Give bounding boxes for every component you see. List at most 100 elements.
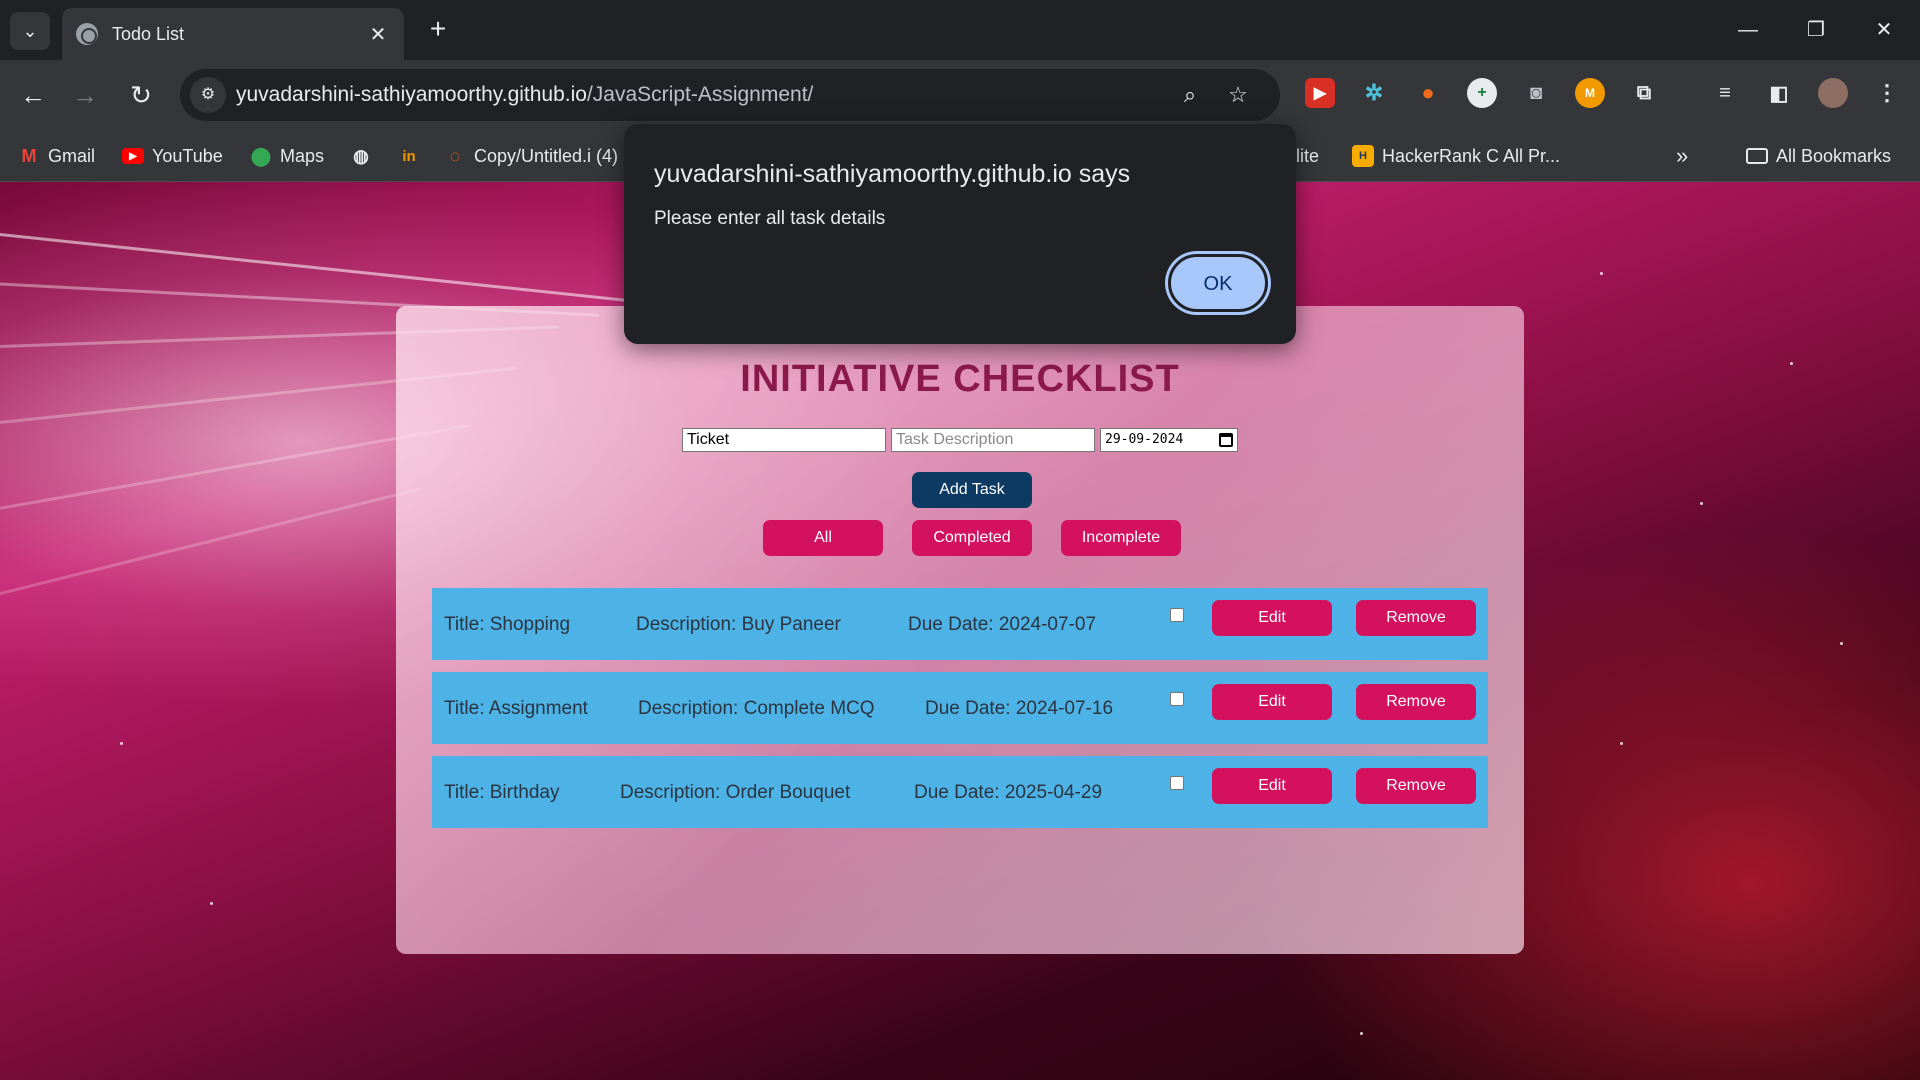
side-panel-icon[interactable]: ◧	[1764, 78, 1794, 108]
filter-completed-button[interactable]: Completed	[912, 520, 1032, 556]
all-bookmarks-button[interactable]: All Bookmarks	[1746, 142, 1891, 170]
minimize-button[interactable]: —	[1728, 12, 1768, 48]
task-description-input[interactable]: Task Description	[891, 428, 1095, 452]
more-bookmarks-chevron-icon[interactable]: »	[1676, 142, 1688, 170]
extension-flame-icon[interactable]: ●	[1413, 78, 1443, 108]
tab-strip: ⌄ Todo List ✕ + — ❐ ✕	[0, 0, 1920, 60]
close-icon[interactable]: ✕	[366, 22, 390, 47]
task-complete-checkbox[interactable]	[1170, 608, 1184, 622]
hackerrank-icon: H	[1352, 145, 1374, 167]
calendar-icon[interactable]	[1219, 433, 1233, 447]
active-tab[interactable]: Todo List ✕	[62, 8, 404, 60]
background-star	[1790, 362, 1793, 365]
bookmark-label: YouTube	[152, 145, 223, 166]
chevron-down-icon: ⌄	[22, 20, 38, 41]
bookmark-globe[interactable]: ◍	[350, 142, 380, 170]
filter-all-button[interactable]: All	[763, 520, 883, 556]
edit-task-button[interactable]: Edit	[1212, 684, 1332, 720]
todo-card: INITIATIVE CHECKLIST Ticket Task Descrip…	[396, 306, 1524, 954]
task-row: Title: Shopping Description: Buy Paneer …	[432, 588, 1488, 660]
bookmark-copy-untitled[interactable]: ◌ Copy/Untitled.i (4)	[444, 142, 618, 170]
extensions-puzzle-icon[interactable]: ⧉	[1629, 78, 1659, 108]
background-star	[1840, 642, 1843, 645]
window-close-button[interactable]: ✕	[1864, 12, 1904, 48]
task-description: Description: Buy Paneer	[636, 614, 841, 635]
due-date-value: 29-09-2024	[1105, 432, 1184, 447]
dialog-message: Please enter all task details	[654, 208, 886, 229]
url-text[interactable]: yuvadarshini-sathiyamoorthy.github.io/Ja…	[236, 83, 813, 107]
bookmark-star-icon[interactable]: ☆	[1222, 79, 1254, 111]
reading-list-icon[interactable]: ≡	[1710, 78, 1740, 108]
task-description: Description: Order Bouquet	[620, 782, 851, 803]
extension-atom-icon[interactable]: ✲	[1359, 78, 1389, 108]
forward-button[interactable]: →	[66, 76, 104, 114]
menu-kebab-icon[interactable]: ⋮	[1872, 78, 1902, 108]
new-tab-button[interactable]: +	[422, 14, 454, 46]
bookmark-invision[interactable]: in	[398, 142, 428, 170]
extension-red-icon[interactable]: ▶	[1305, 78, 1335, 108]
camera-icon[interactable]: ◙	[1521, 78, 1551, 108]
task-due-date: Due Date: 2024-07-16	[925, 698, 1114, 719]
dialog-ok-button[interactable]: OK	[1168, 254, 1268, 312]
edit-task-button[interactable]: Edit	[1212, 768, 1332, 804]
task-title: Title: Birthday	[444, 782, 560, 803]
add-task-button[interactable]: Add Task	[912, 472, 1032, 508]
background-star	[1600, 272, 1603, 275]
remove-task-button[interactable]: Remove	[1356, 600, 1476, 636]
filter-incomplete-button[interactable]: Incomplete	[1061, 520, 1181, 556]
bookmark-gmail[interactable]: M Gmail	[18, 142, 96, 170]
restore-button[interactable]: ❐	[1796, 12, 1836, 48]
task-title: Title: Assignment	[444, 698, 588, 719]
alert-dialog: yuvadarshini-sathiyamoorthy.github.io sa…	[624, 124, 1296, 344]
extension-plus-icon[interactable]: +	[1467, 78, 1497, 108]
site-info-icon[interactable]: ⚙	[190, 77, 226, 113]
url-path: /JavaScript-Assignment/	[586, 83, 814, 106]
bookmark-label: HackerRank C All Pr...	[1382, 145, 1561, 166]
maps-icon: ⬤	[250, 145, 272, 166]
bookmark-label: Copy/Untitled.i (4)	[474, 145, 619, 166]
due-date-input[interactable]: 29-09-2024	[1100, 428, 1238, 452]
profile-avatar[interactable]	[1818, 78, 1848, 108]
remove-task-button[interactable]: Remove	[1356, 684, 1476, 720]
task-due-date: Due Date: 2024-07-07	[908, 614, 1097, 635]
background-light-streak	[0, 487, 422, 645]
bookmark-label: Maps	[280, 145, 325, 166]
edit-task-button[interactable]: Edit	[1212, 600, 1332, 636]
task-due-date: Due Date: 2025-04-29	[914, 782, 1103, 803]
tab-title: Todo List	[112, 23, 185, 44]
task-row: Title: Birthday Description: Order Bouqu…	[432, 756, 1488, 828]
bookmark-llite[interactable]: llite	[1292, 142, 1319, 170]
extension-mi-icon[interactable]: M	[1575, 78, 1605, 108]
bookmark-hackerrank[interactable]: H HackerRank C All Pr...	[1352, 142, 1560, 170]
background-star	[210, 902, 213, 905]
url-domain: yuvadarshini-sathiyamoorthy.github.io	[236, 83, 587, 106]
bookmark-label: llite	[1292, 145, 1320, 166]
folder-icon	[1746, 148, 1768, 164]
remove-task-button[interactable]: Remove	[1356, 768, 1476, 804]
back-button[interactable]: ←	[14, 76, 52, 114]
all-bookmarks-label: All Bookmarks	[1776, 145, 1892, 166]
background-star	[1360, 1032, 1363, 1035]
background-star	[120, 742, 123, 745]
globe-icon: ◍	[353, 145, 369, 166]
task-title-input[interactable]: Ticket	[682, 428, 886, 452]
address-bar[interactable]: ⚙ yuvadarshini-sathiyamoorthy.github.io/…	[180, 69, 1280, 121]
bookmark-maps[interactable]: ⬤ Maps	[250, 142, 324, 170]
page-title: INITIATIVE CHECKLIST	[740, 358, 1180, 400]
reload-button[interactable]: ↻	[122, 76, 160, 114]
zoom-icon[interactable]: ⌕	[1174, 79, 1206, 111]
task-complete-checkbox[interactable]	[1170, 692, 1184, 706]
gmail-icon: M	[21, 145, 37, 166]
invision-icon: in	[402, 147, 416, 165]
globe-icon	[76, 23, 98, 45]
tab-search-button[interactable]: ⌄	[10, 12, 50, 50]
youtube-icon: ▶	[122, 148, 144, 164]
background-star	[1620, 742, 1623, 745]
dialog-title: yuvadarshini-sathiyamoorthy.github.io sa…	[654, 160, 1131, 188]
task-row: Title: Assignment Description: Complete …	[432, 672, 1488, 744]
task-title: Title: Shopping	[444, 614, 571, 635]
task-complete-checkbox[interactable]	[1170, 776, 1184, 790]
task-description: Description: Complete MCQ	[638, 698, 875, 719]
bookmark-youtube[interactable]: ▶ YouTube	[122, 142, 223, 170]
bookmark-label: Gmail	[48, 145, 96, 166]
